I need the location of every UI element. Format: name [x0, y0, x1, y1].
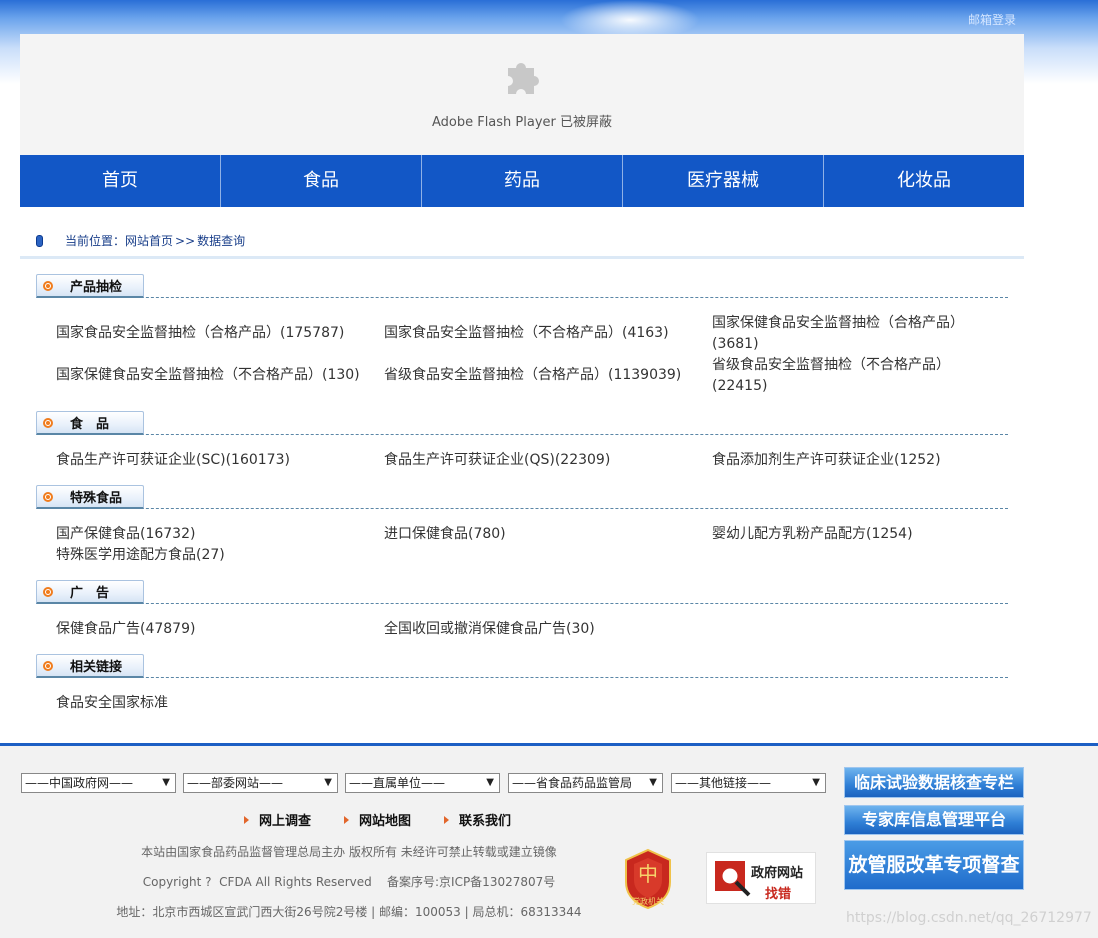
chevron-down-icon: ▼ — [647, 774, 657, 792]
list-item[interactable]: 国家保健食品安全监督抽检（不合格产品）(130) — [56, 365, 360, 386]
arrow-right-icon — [344, 815, 349, 824]
footer-link-label: 网站地图 — [359, 814, 412, 829]
footer-copyright-notice: 本站由国家食品药品监督管理总局主办 版权所有 未经许可禁止转载或建立镜像 — [141, 845, 557, 859]
section-food: 食 品 — [36, 411, 1008, 435]
arrow-right-icon — [244, 815, 249, 824]
footer-address: 地址：北京市西城区宣武门西大街26号院2号楼 | 邮编：100053 | 局总机… — [116, 905, 582, 919]
bullet-target-icon — [43, 660, 53, 671]
nav-item-cosmetics[interactable]: 化妆品 — [824, 155, 1024, 207]
chevron-down-icon: ▼ — [486, 777, 494, 788]
list-item[interactable]: 省级食品安全监督抽检（合格产品）(1139039) — [384, 365, 681, 386]
select-gov-portal[interactable]: ——中国政府网—— ▼ — [21, 773, 176, 793]
mail-login-link[interactable]: 邮箱登录 — [968, 11, 1016, 28]
list-item-count[interactable]: (3681) — [712, 334, 759, 355]
select-affiliated-units[interactable]: ——直属单位—— ▼ — [345, 773, 500, 793]
section-tab: 相关链接 — [36, 654, 144, 678]
list-item[interactable]: 进口保健食品(780) — [384, 524, 506, 545]
section-title: 产品抽检 — [70, 280, 123, 295]
gov-box-title: 政府网站 — [751, 866, 804, 881]
footer-link-label: 联系我们 — [459, 814, 512, 829]
section-tab: 食 品 — [36, 411, 144, 435]
section-special-food: 特殊食品 — [36, 485, 1008, 509]
section-header: 相关链接 — [36, 654, 1008, 678]
breadcrumb-prefix: 当前位置： — [65, 234, 126, 248]
section-product-sampling: 产品抽检 — [36, 274, 1008, 298]
list-item[interactable]: 特殊医学用途配方食品(27) — [56, 545, 225, 566]
section-title: 广 告 — [70, 586, 110, 601]
breadcrumb-divider — [20, 256, 1024, 259]
section-tab: 产品抽检 — [36, 274, 144, 298]
bullet-target-icon — [43, 491, 53, 502]
badge-label: 党政机关 — [632, 896, 664, 906]
list-item[interactable]: 国家保健食品安全监督抽检（合格产品） — [712, 313, 964, 334]
list-item[interactable]: 国家食品安全监督抽检（合格产品）(175787) — [56, 323, 344, 344]
section-header: 产品抽检 — [36, 274, 1008, 298]
footer-copyright: Copyright ? CFDA All Rights Reserved 备案序… — [142, 875, 556, 889]
list-item[interactable]: 国家食品安全监督抽检（不合格产品）(4163) — [384, 323, 669, 344]
section-title: 相关链接 — [70, 660, 123, 675]
flash-placeholder[interactable]: Adobe Flash Player 已被屏蔽 — [20, 34, 1024, 155]
gov-website-error-report[interactable]: 政府网站 找错 — [706, 852, 816, 904]
section-title: 食 品 — [70, 417, 110, 432]
breadcrumb-separator: >> — [175, 233, 196, 248]
section-header: 食 品 — [36, 411, 1008, 435]
magnifier-icon — [715, 861, 751, 897]
list-item[interactable]: 国产保健食品(16732) — [56, 524, 195, 545]
section-header: 特殊食品 — [36, 485, 1008, 509]
chevron-down-icon: ▼ — [812, 777, 820, 788]
list-item[interactable]: 食品生产许可获证企业(QS)(22309) — [384, 450, 610, 471]
footer-link-label: 网上调查 — [259, 814, 312, 829]
select-provincial-bureaus[interactable]: ——省食品药品监管局 ▼ — [508, 773, 663, 793]
arrow-right-icon — [444, 815, 449, 824]
bullet-target-icon — [43, 417, 53, 428]
section-header: 广 告 — [36, 580, 1008, 604]
banner-reform-inspection[interactable]: 放管服改革专项督查 — [844, 840, 1024, 890]
nav-item-home[interactable]: 首页 — [20, 155, 221, 207]
footer-link-contact[interactable]: 联系我们 — [444, 810, 511, 829]
location-pin-icon — [36, 234, 43, 247]
list-item[interactable]: 保健食品广告(47879) — [56, 619, 195, 640]
nav-item-medical-devices[interactable]: 医疗器械 — [623, 155, 824, 207]
bullet-target-icon — [43, 586, 53, 597]
select-value: ——省食品药品监管局 — [512, 776, 633, 790]
section-related-links: 相关链接 — [36, 654, 1008, 678]
footer-link-sitemap[interactable]: 网站地图 — [344, 810, 411, 829]
list-item[interactable]: 食品生产许可获证企业(SC)(160173) — [56, 450, 290, 471]
list-item[interactable]: 全国收回或撤消保健食品广告(30) — [384, 619, 595, 640]
chevron-down-icon: ▼ — [324, 777, 332, 788]
list-item-count[interactable]: (22415) — [712, 376, 767, 397]
breadcrumb-current: 数据查询 — [197, 234, 246, 248]
select-other-links[interactable]: ——其他链接—— ▼ — [671, 773, 826, 793]
breadcrumb: 当前位置： 网站首页 >> 数据查询 — [36, 232, 245, 249]
banner-expert-database[interactable]: 专家库信息管理平台 — [844, 805, 1024, 835]
nav-item-food[interactable]: 食品 — [221, 155, 422, 207]
main-nav: 首页 食品 药品 医疗器械 化妆品 — [20, 155, 1024, 207]
list-item[interactable]: 食品添加剂生产许可获证企业(1252) — [712, 450, 941, 471]
section-title: 特殊食品 — [70, 491, 123, 506]
chevron-down-icon: ▼ — [162, 777, 170, 788]
section-tab: 特殊食品 — [36, 485, 144, 509]
select-value: ——其他链接—— — [675, 776, 772, 790]
select-value: ——部委网站—— — [187, 776, 284, 790]
list-item[interactable]: 省级食品安全监督抽检（不合格产品） — [712, 355, 950, 376]
select-value: ——中国政府网—— — [25, 776, 134, 790]
list-item[interactable]: 婴幼儿配方乳粉产品配方(1254) — [712, 524, 913, 545]
select-ministry-sites[interactable]: ——部委网站—— ▼ — [183, 773, 338, 793]
section-tab: 广 告 — [36, 580, 144, 604]
party-government-badge[interactable]: 中 党政机关 — [622, 848, 674, 910]
watermark: https://blog.csdn.net/qq_26712977 — [846, 910, 1092, 926]
svg-text:中: 中 — [638, 862, 658, 886]
footer-link-survey[interactable]: 网上调查 — [244, 810, 311, 829]
flash-notice: Adobe Flash Player 已被屏蔽 — [431, 115, 613, 130]
gov-box-subtitle: 找错 — [765, 887, 792, 902]
breadcrumb-home-link[interactable]: 网站首页 — [125, 232, 173, 249]
select-value: ——直属单位—— — [349, 776, 446, 790]
banner-clinical-trial-data[interactable]: 临床试验数据核查专栏 — [844, 767, 1024, 798]
plugin-blocked-icon — [508, 63, 539, 94]
nav-item-drugs[interactable]: 药品 — [422, 155, 623, 207]
section-ads: 广 告 — [36, 580, 1008, 604]
bullet-target-icon — [43, 280, 53, 291]
list-item[interactable]: 食品安全国家标准 — [56, 693, 168, 714]
